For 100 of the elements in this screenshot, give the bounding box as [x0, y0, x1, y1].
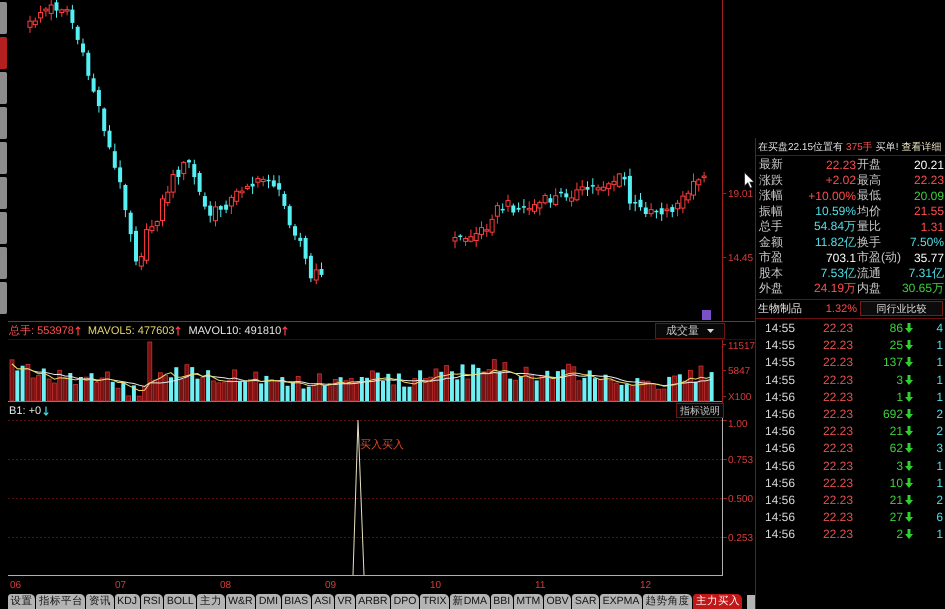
indicator-tab[interactable]: DMI — [256, 594, 281, 609]
date-label: 10 — [430, 580, 442, 591]
trade-price: 22.23 — [822, 441, 853, 456]
trade-price: 22.23 — [822, 390, 853, 404]
quote-label: 开盘 — [856, 156, 882, 174]
volume-dropdown[interactable]: 成交量 — [655, 322, 725, 338]
quote-label: 最高 — [856, 172, 882, 189]
indicator-tab[interactable]: TRIX — [420, 594, 450, 609]
indicator-tab[interactable]: ASI — [312, 594, 334, 609]
indicator-tab[interactable]: BIAS — [282, 594, 311, 609]
quote-value: 703.1 — [824, 250, 856, 265]
volume-stat: MAVOL5: 477603 — [88, 324, 174, 336]
side-tab[interactable] — [0, 107, 7, 139]
indicator-tab[interactable]: MTM — [514, 594, 543, 609]
volume-stat: 总手: 553978 — [9, 324, 74, 338]
indicator-tab[interactable]: EXPMA — [600, 594, 642, 609]
indicator-tab[interactable]: SAR — [572, 594, 600, 609]
details-link[interactable]: 查看详细 — [902, 140, 942, 154]
pointer-icon — [744, 172, 755, 189]
sector-change: 1.32% — [824, 302, 857, 314]
date-label: 12 — [640, 580, 652, 591]
quote-value: 22.23 — [824, 158, 856, 172]
trade-price: 22.23 — [822, 321, 853, 336]
price-axis-label: 14.45 — [728, 253, 754, 264]
table-cell-text: 1 — [935, 476, 943, 490]
trade-volume: 21 — [888, 492, 903, 507]
quote-value: 21.55 — [913, 204, 944, 218]
table-cell-text: 1 — [935, 527, 943, 542]
quote-value: 11.82亿 — [814, 234, 856, 251]
trade-time: 14:56 — [765, 476, 796, 490]
table-cell-text: 1 — [935, 338, 943, 352]
table-cell-text: 2 — [935, 424, 943, 438]
indicator-tab[interactable]: RSI — [140, 594, 164, 609]
quote-value: 7.31亿 — [908, 264, 944, 282]
trade-time: 14:55 — [765, 372, 796, 387]
trade-time: 14:56 — [765, 441, 796, 456]
indicator-tab[interactable]: 新DMA — [450, 594, 490, 609]
side-tab[interactable] — [0, 282, 7, 314]
quote-label: 量比 — [856, 218, 882, 236]
quote-value: 20.21 — [913, 158, 944, 172]
indicator-tab[interactable]: 主力买入 — [693, 594, 742, 609]
trade-volume: 27 — [888, 510, 903, 524]
trade-volume: 86 — [888, 321, 903, 336]
quote-value: 7.53亿 — [820, 264, 856, 282]
compare-button[interactable]: 同行业比较 — [860, 301, 943, 316]
table-cell-text: 1 — [935, 372, 943, 387]
indicator-tab[interactable]: BOLL — [164, 594, 196, 609]
indicator-tab[interactable]: VR — [334, 594, 355, 609]
side-tab[interactable] — [0, 212, 7, 244]
quote-label: 市盈 — [758, 249, 784, 266]
table-cell-text: 3 — [935, 441, 943, 456]
trade-time: 14:56 — [765, 424, 796, 438]
indicator-axis-label: 0.500 — [728, 494, 754, 505]
notice-text: 买单! — [876, 140, 898, 154]
indicator-tab[interactable]: OBV — [544, 594, 572, 609]
indicator-value: B1: +0 — [9, 404, 42, 416]
indicator-tab[interactable]: ARBR — [356, 594, 390, 609]
indicator-tab[interactable]: 主力 — [197, 594, 225, 609]
quote-label: 涨跌 — [758, 172, 784, 189]
table-cell-text: 2 — [935, 492, 943, 507]
quote-label: 总手 — [758, 218, 784, 236]
trade-volume: 1 — [895, 390, 903, 404]
indicator-help-button[interactable]: 指标说明 — [676, 403, 724, 418]
indicator-tab[interactable]: BBI — [490, 594, 513, 609]
trade-time: 14:56 — [765, 390, 796, 404]
table-cell-text: 6 — [935, 510, 943, 524]
trade-volume: 25 — [888, 338, 903, 352]
trade-volume: 3 — [895, 372, 903, 387]
notice-text: 在买盘22.15位置有 — [758, 140, 844, 154]
quote-value: 54.84万 — [812, 218, 856, 236]
date-label: 08 — [220, 580, 232, 591]
side-tab[interactable] — [0, 142, 7, 174]
side-tab[interactable] — [0, 37, 7, 69]
indicator-tab[interactable]: 指标平台 — [36, 594, 86, 609]
quote-label: 振幅 — [758, 202, 784, 220]
trade-volume: 3 — [895, 458, 903, 473]
indicator-tab[interactable]: DPO — [391, 594, 420, 609]
quote-value: 35.77 — [913, 250, 944, 265]
tab-scroll-button[interactable] — [747, 595, 755, 609]
quote-value: 20.09 — [913, 188, 944, 203]
side-tab[interactable] — [0, 177, 7, 209]
square-marker-icon — [702, 310, 711, 320]
quote-value: 30.65万 — [902, 280, 944, 298]
trade-time: 14:56 — [765, 407, 796, 422]
trade-price: 22.23 — [822, 355, 853, 370]
quote-value: +2.02 — [824, 173, 856, 188]
trade-volume: 10 — [888, 476, 903, 490]
indicator-tab[interactable]: 设置 — [8, 594, 36, 609]
indicator-tab[interactable]: 趋势角度 — [643, 594, 692, 609]
side-tab[interactable] — [0, 72, 7, 104]
indicator-tab[interactable]: KDJ — [114, 594, 140, 609]
table-cell-text: 1 — [935, 390, 943, 404]
side-tab[interactable] — [0, 247, 7, 279]
indicator-tab[interactable]: 资讯 — [86, 594, 114, 609]
trade-price: 22.23 — [822, 476, 853, 490]
sector-name: 生物制品 — [758, 302, 803, 316]
indicator-tab[interactable]: W&R — [226, 594, 256, 609]
trade-volume: 2 — [895, 527, 903, 542]
trade-time: 14:55 — [765, 355, 796, 370]
side-tab[interactable] — [0, 2, 7, 34]
